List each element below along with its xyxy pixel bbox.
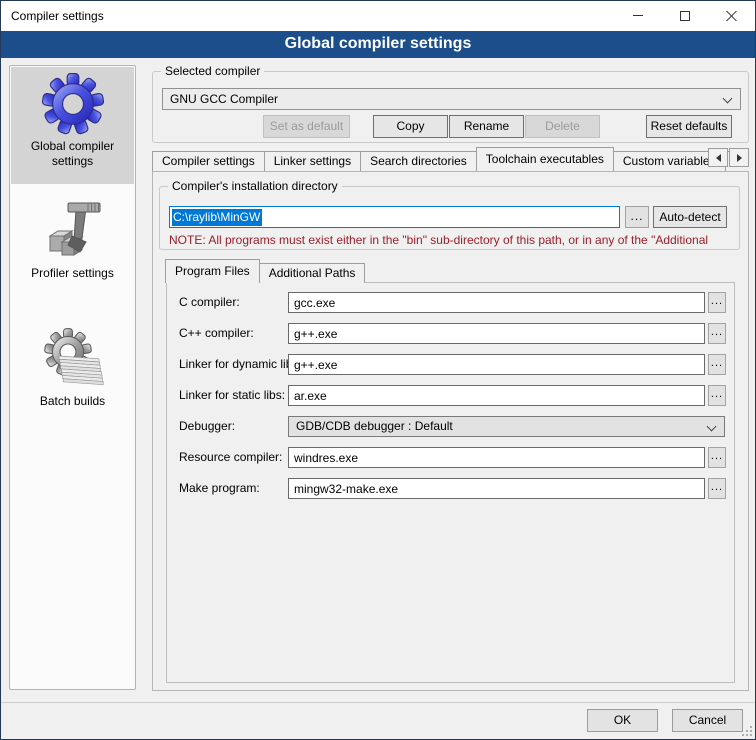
page-title: Global compiler settings bbox=[1, 31, 755, 58]
program-files-panel: C compiler: ... C++ compiler: ... Linker… bbox=[166, 282, 735, 683]
make-program-browse-button[interactable]: ... bbox=[708, 478, 726, 499]
dynamic-linker-browse-button[interactable]: ... bbox=[708, 354, 726, 375]
maximize-icon bbox=[680, 11, 690, 21]
field-row-static-linker: Linker for static libs: ... bbox=[167, 385, 734, 406]
installation-directory-input[interactable]: C:\raylib\MinGW bbox=[169, 206, 620, 228]
static-linker-browse-button[interactable]: ... bbox=[708, 385, 726, 406]
tab-toolchain-executables[interactable]: Toolchain executables bbox=[476, 147, 614, 171]
chevron-down-icon bbox=[707, 422, 717, 432]
tab-scroll-right-button[interactable] bbox=[729, 148, 749, 167]
debugger-select-value: GDB/CDB debugger : Default bbox=[296, 417, 700, 436]
static-linker-label: Linker for static libs: bbox=[179, 385, 285, 406]
cpp-compiler-input[interactable] bbox=[288, 323, 705, 344]
footer-divider bbox=[1, 702, 755, 703]
rename-button[interactable]: Rename bbox=[449, 115, 524, 138]
bin-subdirectory-note: NOTE: All programs must exist either in … bbox=[169, 233, 736, 247]
ok-button[interactable]: OK bbox=[587, 709, 658, 732]
gear-stack-icon bbox=[42, 328, 104, 390]
resource-compiler-input[interactable] bbox=[288, 447, 705, 468]
tab-linker-settings[interactable]: Linker settings bbox=[265, 151, 361, 171]
installation-directory-group-label: Compiler's installation directory bbox=[168, 179, 342, 194]
field-row-c-compiler: C compiler: ... bbox=[167, 292, 734, 313]
resize-grip[interactable] bbox=[742, 726, 752, 736]
selected-compiler-group: Selected compiler GNU GCC Compiler Set a… bbox=[152, 71, 749, 143]
reset-defaults-button[interactable]: Reset defaults bbox=[646, 115, 732, 138]
settings-sidebar: Global compiler settings bbox=[9, 65, 136, 690]
arrow-right-icon bbox=[737, 154, 742, 162]
cancel-button[interactable]: Cancel bbox=[672, 709, 743, 732]
make-program-label: Make program: bbox=[179, 478, 260, 499]
caliper-icon bbox=[42, 200, 104, 262]
sidebar-item-global-compiler-settings[interactable]: Global compiler settings bbox=[11, 67, 134, 184]
maximize-button[interactable] bbox=[661, 1, 708, 30]
tab-compiler-settings[interactable]: Compiler settings bbox=[152, 151, 265, 171]
field-row-make-program: Make program: ... bbox=[167, 478, 734, 499]
sidebar-item-profiler-settings[interactable]: Profiler settings bbox=[11, 194, 134, 294]
compiler-settings-dialog: Compiler settings Global compiler settin… bbox=[0, 0, 756, 740]
cpp-compiler-label: C++ compiler: bbox=[179, 323, 254, 344]
arrow-left-icon bbox=[716, 154, 721, 162]
program-files-tab-bar: Program Files Additional Paths bbox=[166, 261, 365, 283]
toolchain-executables-panel: Compiler's installation directory C:\ray… bbox=[152, 171, 749, 691]
c-compiler-browse-button[interactable]: ... bbox=[708, 292, 726, 313]
debugger-select[interactable]: GDB/CDB debugger : Default bbox=[288, 416, 725, 437]
chevron-down-icon bbox=[723, 94, 733, 104]
copy-button[interactable]: Copy bbox=[373, 115, 448, 138]
set-as-default-button[interactable]: Set as default bbox=[263, 115, 350, 138]
sidebar-item-label: Global compiler settings bbox=[11, 137, 134, 175]
settings-tab-bar: Compiler settings Linker settings Search… bbox=[152, 147, 749, 171]
static-linker-input[interactable] bbox=[288, 385, 705, 406]
make-program-input[interactable] bbox=[288, 478, 705, 499]
window-title: Compiler settings bbox=[11, 1, 104, 31]
subtab-additional-paths[interactable]: Additional Paths bbox=[260, 263, 366, 283]
sidebar-item-batch-builds[interactable]: Batch builds bbox=[11, 322, 134, 422]
compiler-select-value: GNU GCC Compiler bbox=[170, 89, 716, 109]
close-button[interactable] bbox=[708, 1, 755, 30]
tab-search-directories[interactable]: Search directories bbox=[361, 151, 477, 171]
delete-button[interactable]: Delete bbox=[525, 115, 600, 138]
dynamic-linker-label: Linker for dynamic libs: bbox=[179, 354, 302, 375]
auto-detect-button[interactable]: Auto-detect bbox=[653, 206, 727, 228]
tab-scroll-left-button[interactable] bbox=[708, 148, 728, 167]
selected-compiler-group-label: Selected compiler bbox=[161, 64, 264, 79]
cpp-compiler-browse-button[interactable]: ... bbox=[708, 323, 726, 344]
minimize-icon bbox=[633, 15, 643, 16]
title-bar[interactable]: Compiler settings bbox=[1, 1, 755, 31]
installation-directory-selected-text: C:\raylib\MinGW bbox=[172, 209, 262, 226]
debugger-label: Debugger: bbox=[179, 416, 235, 437]
c-compiler-label: C compiler: bbox=[179, 292, 240, 313]
c-compiler-input[interactable] bbox=[288, 292, 705, 313]
field-row-debugger: Debugger: GDB/CDB debugger : Default bbox=[167, 416, 734, 437]
compiler-select[interactable]: GNU GCC Compiler bbox=[162, 88, 741, 110]
installation-directory-browse-button[interactable]: ... bbox=[625, 206, 649, 228]
field-row-resource-compiler: Resource compiler: ... bbox=[167, 447, 734, 468]
sidebar-item-label: Batch builds bbox=[11, 392, 134, 415]
resource-compiler-label: Resource compiler: bbox=[179, 447, 282, 468]
gear-blue-icon bbox=[42, 73, 104, 135]
subtab-program-files[interactable]: Program Files bbox=[165, 259, 260, 283]
minimize-button[interactable] bbox=[614, 1, 661, 30]
field-row-dynamic-linker: Linker for dynamic libs: ... bbox=[167, 354, 734, 375]
sidebar-item-label: Profiler settings bbox=[11, 264, 134, 287]
installation-directory-group: Compiler's installation directory C:\ray… bbox=[159, 186, 740, 250]
close-icon bbox=[726, 10, 737, 21]
dynamic-linker-input[interactable] bbox=[288, 354, 705, 375]
field-row-cpp-compiler: C++ compiler: ... bbox=[167, 323, 734, 344]
resource-compiler-browse-button[interactable]: ... bbox=[708, 447, 726, 468]
